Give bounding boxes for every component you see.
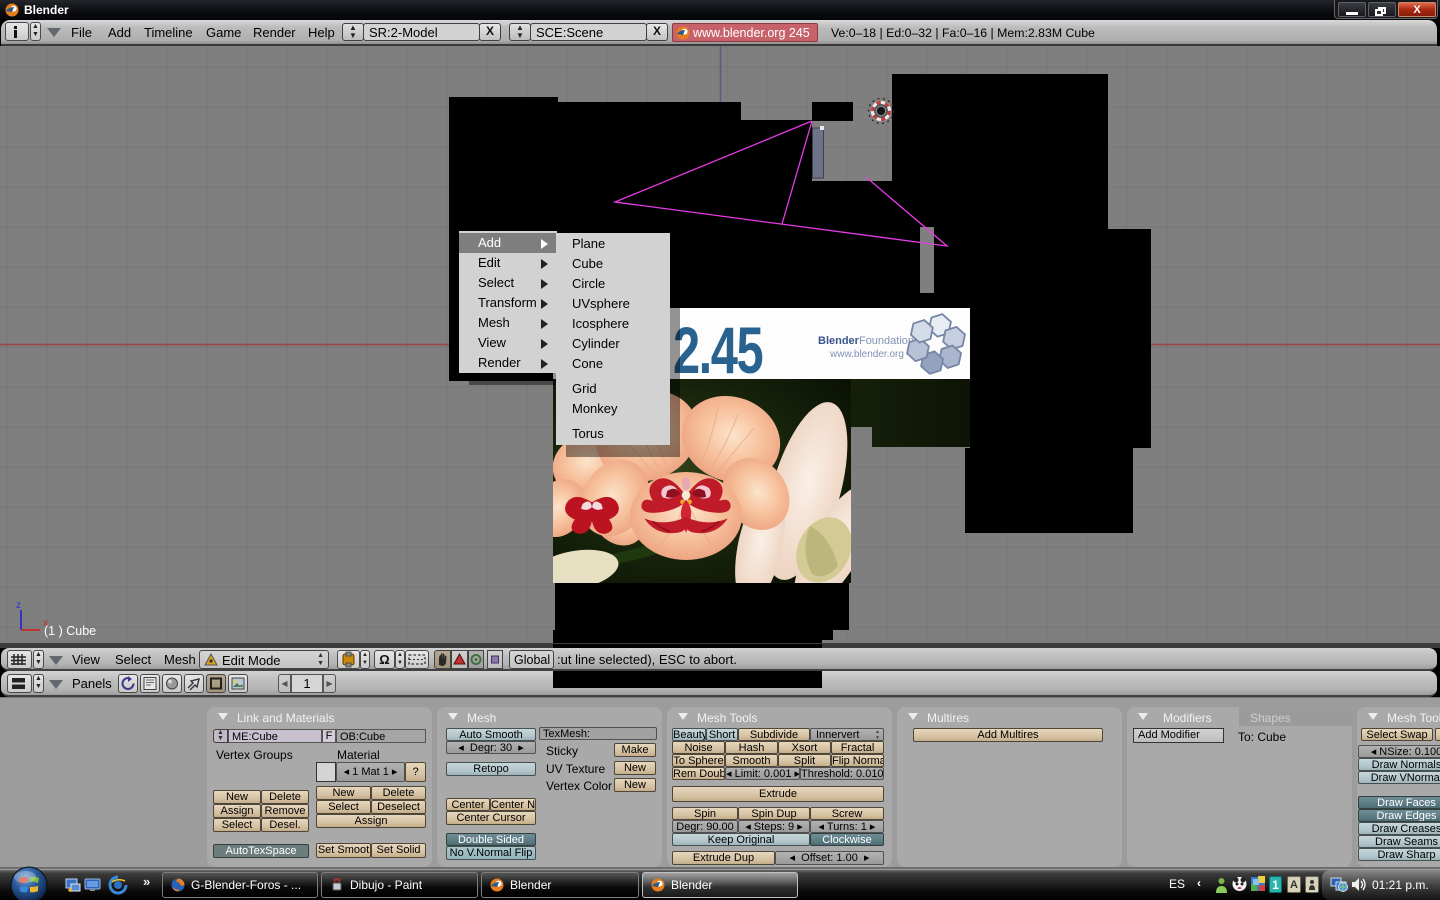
svg-text:BlenderFoundation: BlenderFoundation: [818, 335, 914, 347]
svg-text:www.blender.org: www.blender.org: [829, 349, 904, 360]
svg-text:z: z: [16, 600, 21, 611]
svg-text:2.45: 2.45: [673, 314, 763, 388]
svg-text:(1 ) Cube: (1 ) Cube: [44, 624, 96, 638]
